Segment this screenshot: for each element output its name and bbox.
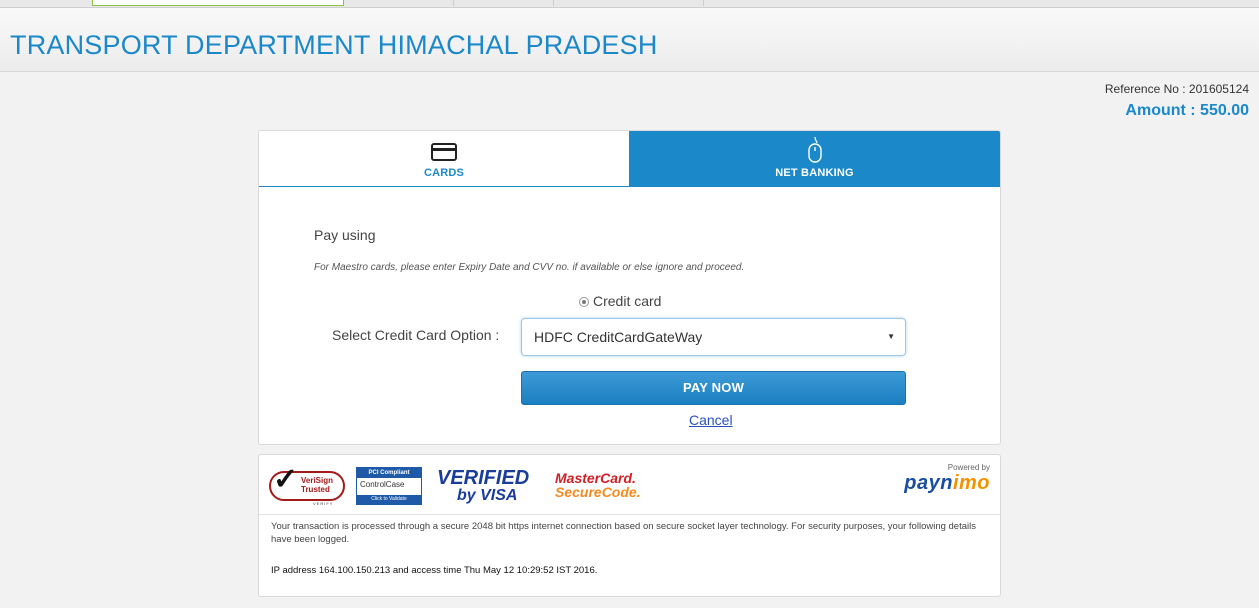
verisign-trusted-logo: ✓ VeriSign Trusted VERIFY <box>269 463 345 507</box>
active-browser-tab[interactable] <box>92 0 344 6</box>
payment-panel: CARDS NET BANKING Pay using For Maestro … <box>258 130 1001 445</box>
pay-now-button[interactable]: PAY NOW <box>521 371 906 405</box>
reference-number: Reference No : 201605124 <box>1104 82 1249 96</box>
payment-amount: Amount : 550.00 <box>1125 102 1249 119</box>
security-logos: ✓ VeriSign Trusted VERIFY PCI Compliant … <box>259 455 1000 515</box>
credit-card-radio[interactable] <box>579 297 589 307</box>
credit-card-option-select[interactable]: HDFC CreditCardGateWay ▼ <box>521 318 906 356</box>
credit-card-radio-row[interactable]: Credit card <box>579 293 661 309</box>
page-title: TRANSPORT DEPARTMENT HIMACHAL PRADESH <box>10 30 658 60</box>
page-header: TRANSPORT DEPARTMENT HIMACHAL PRADESH <box>0 8 1259 72</box>
browser-tab[interactable] <box>454 0 554 6</box>
browser-tab-strip <box>0 0 1259 8</box>
selected-option: HDFC CreditCardGateWay <box>534 329 703 345</box>
cancel-link[interactable]: Cancel <box>689 412 733 428</box>
dropdown-arrow-icon: ▼ <box>887 332 895 341</box>
tab-net-banking[interactable]: NET BANKING <box>629 131 1000 187</box>
paynimo-logo: Powered by paynimo <box>904 463 990 494</box>
maestro-note: For Maestro cards, please enter Expiry D… <box>314 262 745 273</box>
tab-net-banking-label: NET BANKING <box>775 167 854 179</box>
credit-card-icon <box>431 143 457 166</box>
tab-cards[interactable]: CARDS <box>259 131 629 187</box>
browser-tab[interactable] <box>554 0 704 6</box>
mastercard-securecode-logo: MasterCard. SecureCode. <box>555 470 641 500</box>
powered-by-label: Powered by <box>947 463 990 472</box>
credit-card-option-label: Select Credit Card Option : <box>332 327 500 343</box>
ip-address-text: IP address 164.100.150.213 and access ti… <box>271 565 598 576</box>
pci-compliant-logo[interactable]: PCI Compliant ControlCase Click to Valid… <box>356 467 422 505</box>
security-footer: ✓ VeriSign Trusted VERIFY PCI Compliant … <box>258 454 1001 597</box>
verified-by-visa-logo: VERIFIED by VISA <box>437 467 530 504</box>
secure-connection-text: Your transaction is processed through a … <box>271 521 976 545</box>
credit-card-radio-label: Credit card <box>593 293 662 309</box>
browser-tab[interactable] <box>344 0 454 6</box>
mouse-icon <box>807 136 823 168</box>
tab-cards-label: CARDS <box>423 167 465 179</box>
pay-using-heading: Pay using <box>314 227 376 243</box>
payment-method-tabs: CARDS NET BANKING <box>259 131 1000 187</box>
checkmark-icon: ✓ <box>273 463 299 496</box>
